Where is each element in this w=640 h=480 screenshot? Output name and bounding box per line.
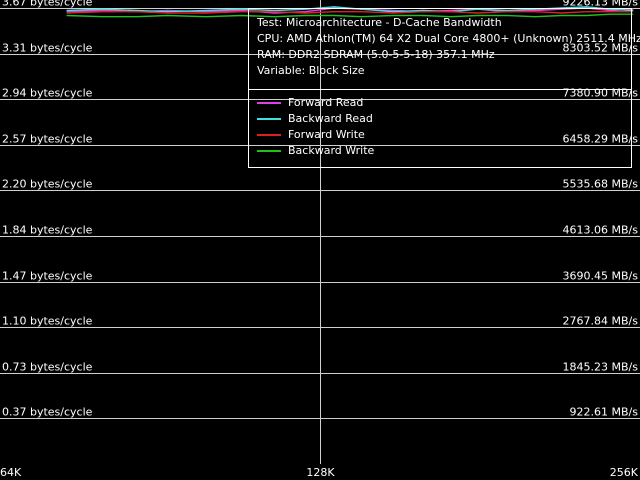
legend-swatch [257, 150, 281, 152]
data-point [241, 11, 243, 13]
data-point [135, 16, 137, 18]
y-tick-label-right: 1845.23 MB/s [563, 361, 639, 374]
data-point [166, 14, 169, 17]
y-tick-label-left: 1.84 bytes/cycle [2, 224, 93, 237]
data-point [102, 9, 104, 12]
y-tick-label-left: 1.10 bytes/cycle [2, 315, 93, 328]
data-point [241, 8, 243, 10]
y-tick-label-left: 2.94 bytes/cycle [2, 87, 93, 100]
data-point [241, 9, 243, 12]
data-point [205, 12, 207, 14]
x-tick-label: 256K [610, 466, 639, 479]
data-point [102, 11, 104, 13]
y-tick-label-right: 3690.45 MB/s [563, 270, 639, 283]
info-cpu: CPU: AMD Athlon(TM) 64 X2 Dual Core 4800… [257, 32, 640, 45]
legend-label: Backward Read [288, 112, 373, 125]
y-tick-label-left: 2.57 bytes/cycle [2, 133, 93, 146]
data-point [205, 9, 207, 12]
legend-entry-forward-read: Forward Read [257, 95, 363, 111]
data-point [632, 8, 634, 10]
y-tick-label-left: 1.47 bytes/cycle [2, 270, 93, 283]
y-tick-label-left: 0.73 bytes/cycle [2, 361, 93, 374]
y-tick-label-left: 0.37 bytes/cycle [2, 406, 93, 419]
y-tick-label-left: 3.67 bytes/cycle [2, 0, 93, 9]
info-variable: Variable: Block Size [257, 64, 365, 77]
data-point [135, 11, 137, 13]
legend-box: Test: Microarchitecture - D-Cache Bandwi… [248, 8, 640, 168]
y-tick-label-right: 5535.68 MB/s [563, 178, 639, 191]
y-tick-label-left: 2.20 bytes/cycle [2, 178, 93, 191]
legend-label: Forward Read [288, 96, 364, 109]
legend-entry-backward-read: Backward Read [257, 111, 373, 127]
legend-divider [249, 89, 631, 90]
legend-label: Backward Write [288, 144, 375, 157]
data-point [66, 9, 68, 12]
data-point [632, 11, 634, 13]
info-ram: RAM: DDR2 SDRAM (5.0-5-5-18) 357.1 MHz [257, 48, 495, 61]
data-point [166, 11, 169, 13]
data-point [66, 14, 68, 17]
data-point [66, 11, 68, 13]
data-point [102, 8, 104, 10]
y-tick-label-right: 4613.06 MB/s [563, 224, 639, 237]
data-point [66, 12, 68, 14]
data-point [166, 9, 169, 12]
data-point [241, 14, 243, 17]
data-point [166, 12, 169, 14]
data-point [102, 16, 104, 18]
data-point [205, 16, 207, 18]
legend-entry-backward-write: Backward Write [257, 143, 374, 159]
legend-entry-forward-write: Forward Write [257, 127, 365, 143]
data-point [632, 9, 634, 12]
x-tick-label: 64K [0, 466, 22, 479]
y-tick-label-right: 2767.84 MB/s [563, 315, 639, 328]
data-point [135, 9, 137, 12]
legend-swatch [257, 134, 281, 136]
y-tick-label-left: 3.31 bytes/cycle [2, 42, 93, 55]
legend-label: Forward Write [288, 128, 365, 141]
info-test: Test: Microarchitecture - D-Cache Bandwi… [257, 16, 502, 29]
legend-swatch [257, 118, 281, 120]
x-tick-label: 128K [306, 466, 335, 479]
legend-swatch [257, 102, 281, 104]
y-tick-label-right: 922.61 MB/s [570, 406, 639, 419]
data-point [205, 11, 207, 13]
data-point [632, 13, 634, 15]
